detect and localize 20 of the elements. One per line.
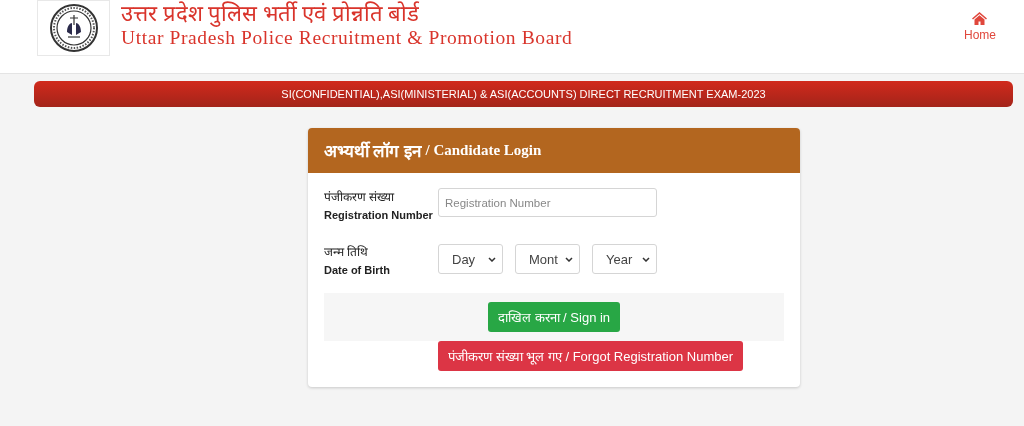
field-label: Date of Birth — [324, 263, 391, 278]
field-label-hindi: पंजीकरण संख्या — [324, 189, 396, 205]
exam-banner: SI(CONFIDENTIAL),ASI(MINISTERIAL) & ASI(ACCOUNTS) DIRECT RECRUITMENT EXAM-2023 — [34, 81, 1013, 107]
chevron-down-icon — [565, 256, 573, 262]
home-icon — [972, 11, 988, 25]
field-label-hindi: जन्म तिथि — [324, 244, 370, 260]
card-title: / Candidate Login — [425, 142, 542, 159]
card-title-hindi: अभ्यर्थी लॉग इन — [324, 140, 421, 162]
home-link[interactable]: Home — [964, 11, 996, 42]
site-title-hindi: उत्तर प्रदेश पुलिस भर्ती एवं प्रोन्नति बोर्ड — [121, 1, 420, 26]
emblem-logo — [49, 3, 98, 52]
chevron-down-icon — [488, 256, 496, 262]
date-select[interactable]: Mont — [515, 244, 580, 274]
field-label: Registration Number — [324, 208, 434, 223]
forgot-button[interactable]: पंजीकरण संख्या भूल गए / Forgot Registration Number — [438, 341, 744, 371]
date-select[interactable]: Year — [592, 244, 657, 274]
chevron-down-icon — [642, 256, 650, 262]
date-select[interactable]: Day — [438, 244, 503, 274]
registration-input[interactable]: Registration Number — [438, 188, 657, 217]
site-title: Uttar Pradesh Police Recruitment & Promotion Board — [121, 27, 574, 50]
